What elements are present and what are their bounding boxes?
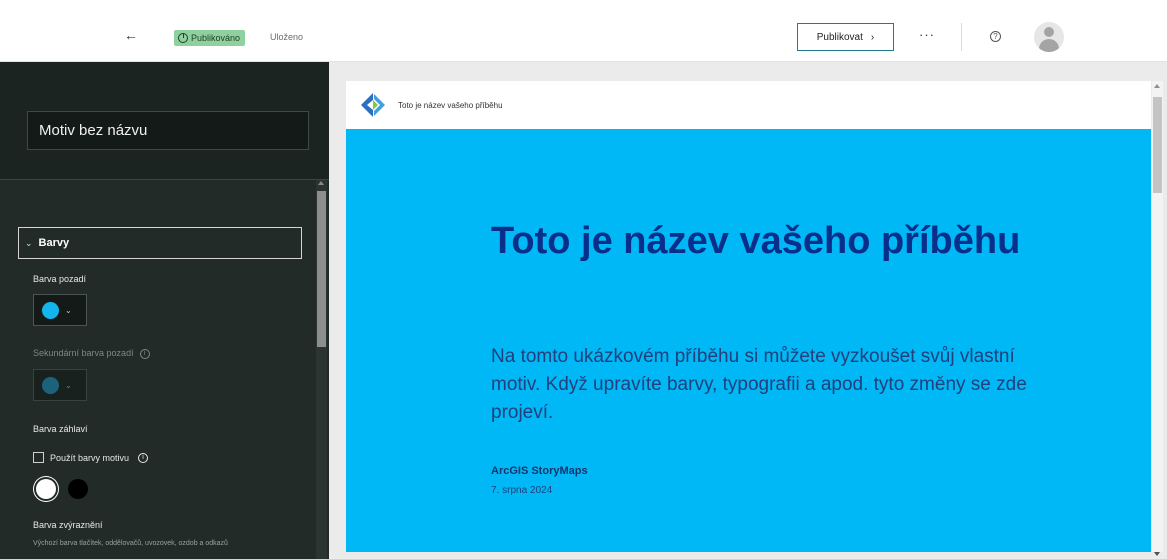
theme-builder-panel: Motiv bez názvu ⌄ Barvy Barva pozadí ⌄ S… xyxy=(0,62,329,559)
story-author: ArcGIS StoryMaps xyxy=(491,465,588,477)
secondary-color-swatch xyxy=(42,376,59,394)
storymaps-logo-icon xyxy=(361,93,385,117)
preview-scrollbar[interactable] xyxy=(1152,81,1163,556)
toolbar-divider xyxy=(961,23,962,51)
scroll-up-arrow-icon[interactable] xyxy=(1154,84,1160,88)
accent-color-description: Výchozí barva tlačítek, oddělovačů, uvoz… xyxy=(33,540,228,547)
secondary-background-color-picker[interactable]: ⌄ xyxy=(33,369,87,401)
info-icon[interactable]: i xyxy=(139,348,150,359)
publish-button[interactable]: Publikovat › xyxy=(797,23,894,51)
panel-scrollbar[interactable] xyxy=(316,180,327,559)
secondary-background-label: Sekundární barva pozadí i xyxy=(33,348,150,359)
use-theme-colors-checkbox[interactable] xyxy=(33,452,44,463)
header-color-label: Barva záhlaví xyxy=(33,424,88,434)
secondary-background-label-text: Sekundární barva pozadí xyxy=(33,348,134,358)
header-color-white-option[interactable] xyxy=(36,479,56,499)
status-badge-label: Publikováno xyxy=(191,33,241,43)
background-color-swatch xyxy=(42,301,59,319)
publish-button-label: Publikovat xyxy=(816,31,863,43)
story-title: Toto je název vašeho příběhu xyxy=(491,220,1021,262)
background-color-label: Barva pozadí xyxy=(33,274,87,284)
top-bar: ← Publikováno Uloženo Publikovat › ··· ? xyxy=(0,0,1167,62)
back-arrow-icon[interactable]: ← xyxy=(124,28,138,42)
info-icon[interactable]: i xyxy=(138,452,149,463)
avatar-head xyxy=(1044,27,1054,37)
more-options-icon[interactable]: ··· xyxy=(919,28,935,42)
colors-section-label: Barvy xyxy=(38,237,70,249)
story-header: Toto je název vašeho příběhu xyxy=(346,81,1151,129)
chevron-down-icon: ⌄ xyxy=(25,237,33,248)
accent-color-label: Barva zvýraznění xyxy=(33,520,103,530)
story-subtitle: Na tomto ukázkovém příběhu si můžete vyz… xyxy=(491,346,1027,423)
chevron-right-icon: › xyxy=(870,31,875,43)
scroll-up-arrow-icon[interactable] xyxy=(318,181,324,185)
user-avatar[interactable] xyxy=(1034,22,1064,52)
background-color-picker[interactable]: ⌄ xyxy=(33,294,87,326)
settings-scroll-area[interactable]: ⌄ Barvy Barva pozadí ⌄ Sekundární barva … xyxy=(0,180,329,559)
header-color-black-option[interactable] xyxy=(68,479,88,499)
use-theme-colors-row: Použít barvy motivu i xyxy=(33,452,149,463)
chevron-down-icon: ⌄ xyxy=(65,305,72,315)
theme-name-section: Motiv bez názvu xyxy=(0,62,329,180)
story-header-title: Toto je název vašeho příběhu xyxy=(398,100,503,110)
help-icon[interactable]: ? xyxy=(990,31,1001,42)
theme-name-input[interactable]: Motiv bez názvu xyxy=(27,111,309,150)
avatar-body xyxy=(1039,39,1059,52)
story-date: 7. srpna 2024 xyxy=(491,485,553,496)
use-theme-colors-label: Použít barvy motivu xyxy=(50,452,130,463)
published-clock-icon xyxy=(178,33,188,43)
colors-section-toggle[interactable]: ⌄ Barvy xyxy=(18,227,302,259)
scroll-thumb[interactable] xyxy=(317,191,326,347)
chevron-down-icon: ⌄ xyxy=(65,380,72,390)
saved-status-label: Uloženo xyxy=(270,32,304,42)
story-preview: Toto je název vašeho příběhu Toto je náz… xyxy=(346,81,1151,552)
status-badge: Publikováno xyxy=(174,30,246,46)
scroll-down-arrow-icon[interactable] xyxy=(1154,552,1160,556)
scroll-thumb[interactable] xyxy=(1153,97,1162,193)
